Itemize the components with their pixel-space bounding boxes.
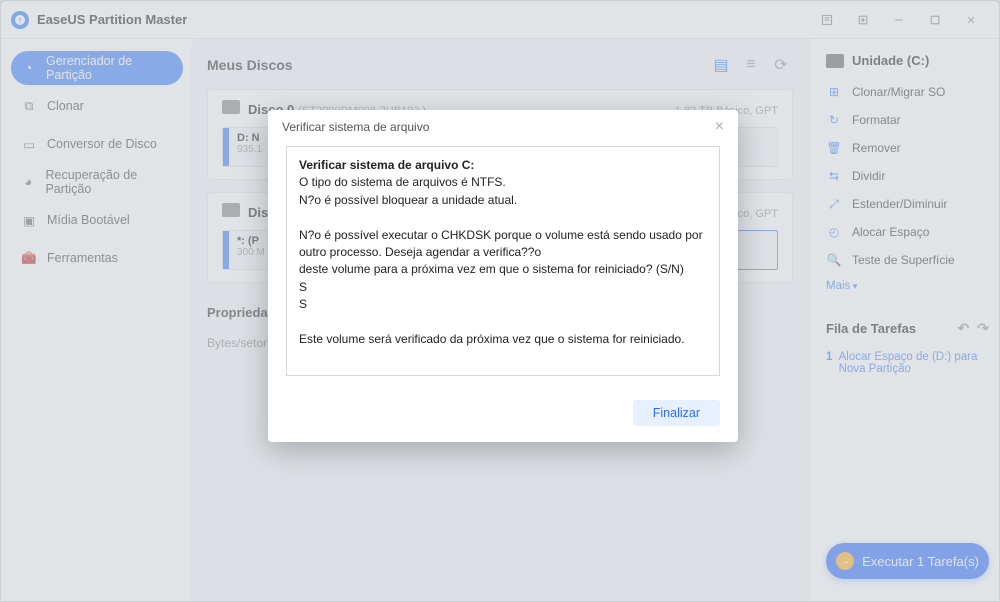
check-filesystem-dialog: Verificar sistema de arquivo × Verificar… xyxy=(268,110,738,442)
dialog-output-text: Verificar sistema de arquivo C: O tipo d… xyxy=(286,146,720,376)
dialog-close-icon[interactable]: × xyxy=(715,118,724,136)
dialog-title: Verificar sistema de arquivo xyxy=(282,120,429,134)
finalize-button[interactable]: Finalizar xyxy=(633,400,720,426)
dialog-header: Verificar sistema de arquivo × xyxy=(268,110,738,144)
